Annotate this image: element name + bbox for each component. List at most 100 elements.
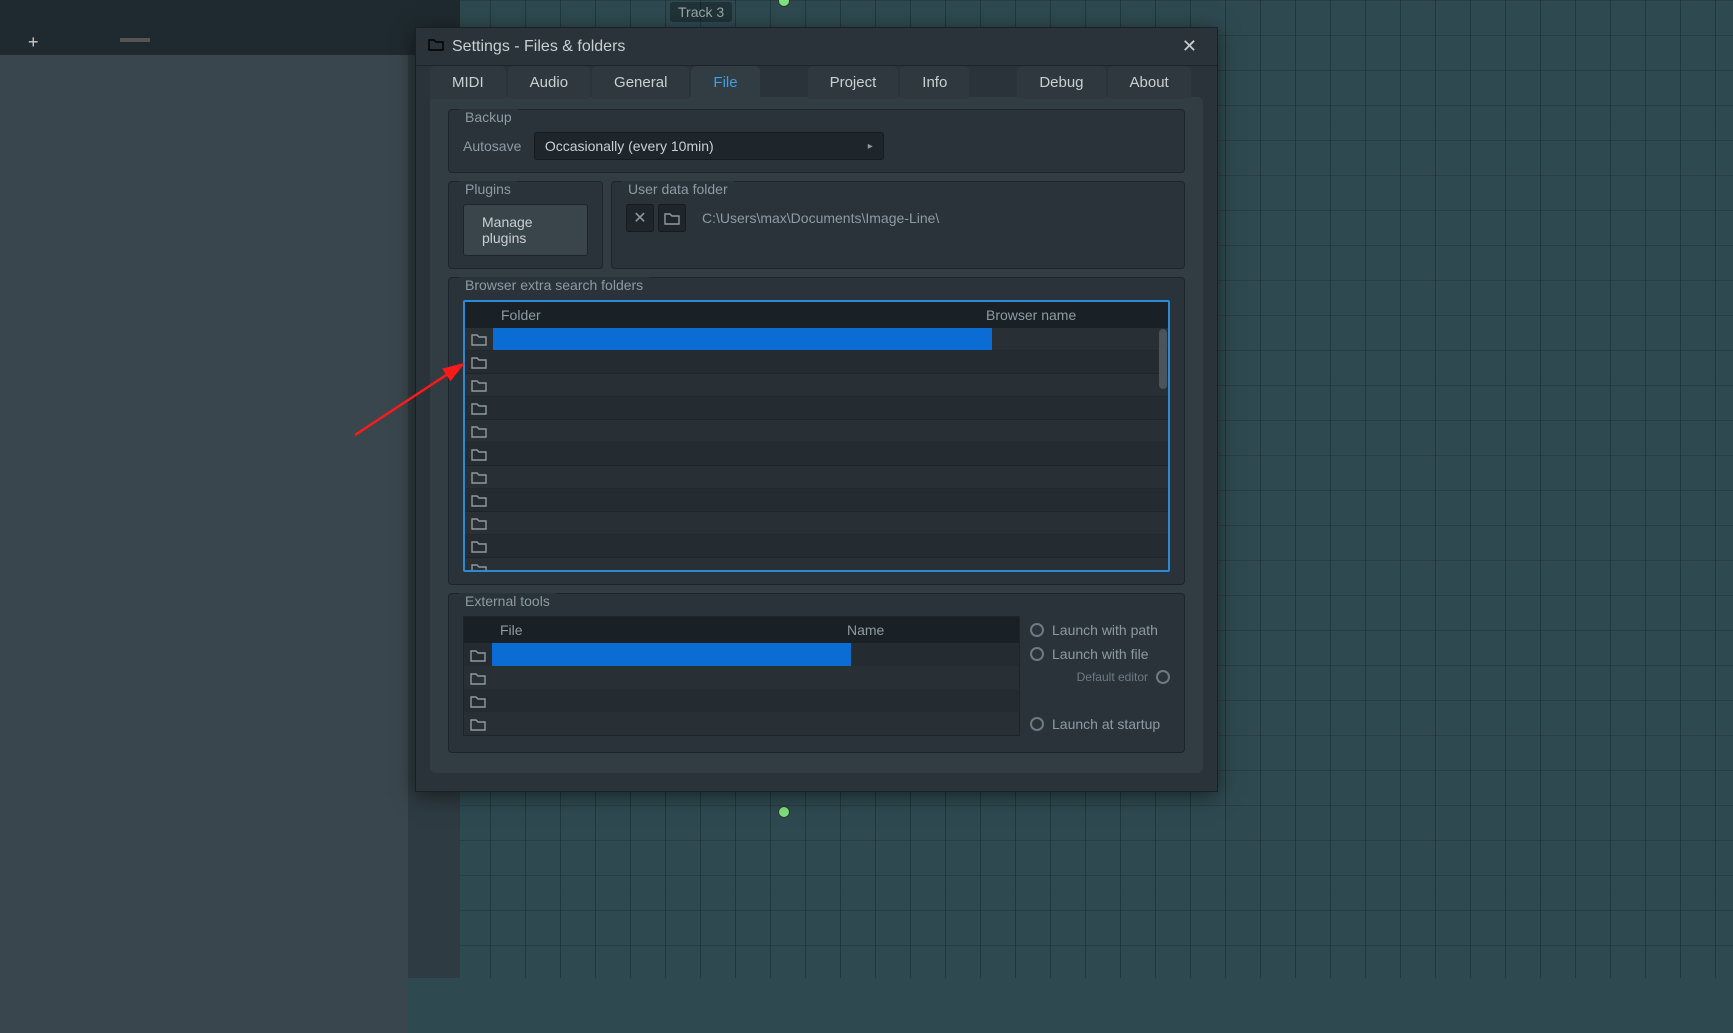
radio-label: Launch at startup [1052,716,1160,732]
folder-row[interactable] [465,374,1168,397]
manage-plugins-button[interactable]: Manage plugins [463,204,588,256]
file-path-cell[interactable] [492,689,851,712]
folder-row[interactable] [465,512,1168,535]
tool-row[interactable] [464,689,1019,712]
settings-dialog: Settings - Files & folders ✕ MIDI Audio … [415,27,1218,792]
tool-name-cell[interactable] [851,712,1019,735]
folder-row[interactable] [465,328,1168,351]
folder-icon[interactable] [465,539,493,553]
folder-path-cell[interactable] [493,420,992,442]
tab-bar: MIDI Audio General File Project Info Deb… [416,64,1217,97]
browser-name-cell[interactable] [992,351,1168,373]
tool-name-cell[interactable] [851,689,1019,712]
titlebar[interactable]: Settings - Files & folders ✕ [416,28,1217,66]
userdata-section: User data folder ✕ C:\Users\max\Document… [611,181,1185,269]
autosave-dropdown[interactable]: Occasionally (every 10min) ▸ [534,132,884,160]
folder-icon[interactable] [465,401,493,415]
launch-at-startup-radio[interactable]: Launch at startup [1030,716,1170,732]
window-title: Settings - Files & folders [452,38,1174,56]
col-name-header[interactable]: Name [839,617,1019,643]
tab-debug[interactable]: Debug [1017,66,1105,99]
collapse-handle[interactable] [120,38,150,42]
radio-icon [1030,717,1044,731]
folder-icon[interactable] [464,648,492,662]
folder-row[interactable] [465,351,1168,374]
radio-label: Launch with file [1052,646,1149,662]
folder-path-cell[interactable] [493,512,992,534]
close-button[interactable]: ✕ [1174,32,1205,61]
folder-icon[interactable] [464,671,492,685]
tool-row[interactable] [464,643,1019,666]
top-strip [0,0,460,55]
tool-name-cell[interactable] [851,643,1019,666]
folder-row[interactable] [465,489,1168,512]
radio-icon [1030,647,1044,661]
folder-path-cell[interactable] [493,351,992,373]
col-name-header[interactable]: Browser name [978,302,1168,328]
col-file-header[interactable]: File [492,617,839,643]
browser-name-cell[interactable] [992,512,1168,534]
folder-path-cell[interactable] [493,535,992,557]
browse-folder-button[interactable] [658,204,686,232]
file-path-cell[interactable] [492,712,851,735]
track-label[interactable]: Track 3 [670,2,732,22]
external-tools-list[interactable]: File Name [463,616,1020,736]
folder-icon[interactable] [464,694,492,708]
scrollbar[interactable] [1159,329,1167,389]
folder-icon[interactable] [465,562,493,570]
browser-folders-list[interactable]: Folder Browser name [463,300,1170,572]
file-path-cell[interactable] [492,643,851,666]
tab-project[interactable]: Project [808,66,899,99]
folder-path-cell[interactable] [493,374,992,396]
browser-name-cell[interactable] [992,397,1168,419]
folder-row[interactable] [465,420,1168,443]
folder-row[interactable] [465,466,1168,489]
folder-icon[interactable] [465,470,493,484]
folder-path-cell[interactable] [493,558,992,570]
folder-row[interactable] [465,397,1168,420]
browser-name-cell[interactable] [992,374,1168,396]
file-path-cell[interactable] [492,666,851,689]
tab-info[interactable]: Info [900,66,969,99]
folder-path-cell[interactable] [493,443,992,465]
folder-path-cell[interactable] [493,489,992,511]
tab-about[interactable]: About [1108,66,1191,99]
folder-path-cell[interactable] [493,397,992,419]
browser-name-cell[interactable] [992,558,1168,570]
add-tab-button[interactable]: + [28,32,39,53]
folder-row[interactable] [465,535,1168,558]
browser-name-cell[interactable] [992,535,1168,557]
launch-with-file-radio[interactable]: Launch with file [1030,646,1170,662]
clear-path-button[interactable]: ✕ [626,204,654,232]
folder-path-cell[interactable] [493,466,992,488]
folder-icon[interactable] [465,493,493,507]
folder-icon[interactable] [465,516,493,530]
folder-icon[interactable] [465,447,493,461]
browser-name-cell[interactable] [992,489,1168,511]
browser-name-cell[interactable] [992,466,1168,488]
folder-path-cell[interactable] [493,328,992,350]
tool-row[interactable] [464,666,1019,689]
col-folder-header[interactable]: Folder [493,302,978,328]
tab-midi[interactable]: MIDI [430,66,506,99]
tool-name-cell[interactable] [851,666,1019,689]
folder-row[interactable] [465,558,1168,570]
tab-audio[interactable]: Audio [508,66,590,99]
radio-label: Launch with path [1052,622,1158,638]
folder-icon[interactable] [465,424,493,438]
folder-icon[interactable] [464,717,492,731]
default-editor-radio[interactable]: Default editor [1030,670,1170,684]
time-marker-icon[interactable] [778,806,790,818]
folder-icon[interactable] [465,332,493,346]
folder-row[interactable] [465,443,1168,466]
tab-file[interactable]: File [691,66,759,99]
launch-with-path-radio[interactable]: Launch with path [1030,622,1170,638]
folder-icon[interactable] [465,355,493,369]
browser-name-cell[interactable] [992,443,1168,465]
tab-general[interactable]: General [592,66,689,99]
browser-name-cell[interactable] [992,328,1168,350]
folder-icon[interactable] [465,378,493,392]
tool-row[interactable] [464,712,1019,735]
list-header: Folder Browser name [465,302,1168,328]
browser-name-cell[interactable] [992,420,1168,442]
